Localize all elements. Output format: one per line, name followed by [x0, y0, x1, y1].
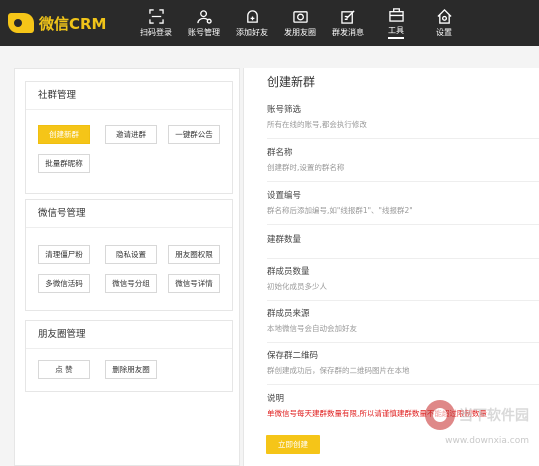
nav-item-tools[interactable]: 工具: [372, 0, 420, 46]
nav-item-scan-login[interactable]: 扫码登录: [132, 0, 180, 46]
group-count-field[interactable]: 建群数量: [267, 233, 539, 259]
tools-sidebar-panel: 社群管理 创建新群 邀请进群 一键群公告 批量群昵称 微信号管理 清理僵尸粉 隐…: [14, 68, 240, 466]
wechat-details-button[interactable]: 微信号详情: [168, 274, 220, 293]
privacy-settings-button[interactable]: 隐私设置: [105, 245, 157, 264]
clean-zombie-fans-button[interactable]: 清理僵尸粉: [38, 245, 90, 264]
member-count-field[interactable]: 群成员数量 初始化成员多少人: [267, 265, 539, 301]
camera-icon: [292, 10, 308, 23]
batch-group-nickname-button[interactable]: 批量群昵称: [38, 154, 90, 173]
group-name-field[interactable]: 群名称 创建群时,设置的群名称: [267, 146, 539, 182]
home-settings-icon: [436, 8, 452, 24]
logo-mark-icon: [8, 13, 34, 33]
member-source-field[interactable]: 群成员来源 本地微信号会自动会加好友: [267, 307, 539, 343]
group-title: 社群管理: [26, 82, 232, 110]
account-manage-icon: [196, 9, 212, 24]
app-logo: 微信CRM: [0, 0, 132, 46]
community-management-group: 社群管理 创建新群 邀请进群 一键群公告 批量群昵称: [25, 81, 233, 194]
nav-item-account-manage[interactable]: 账号管理: [180, 0, 228, 46]
watermark: 当下软件园: [425, 400, 529, 430]
top-navigation-bar: 微信CRM 扫码登录 账号管理 添加好友 发朋友圈 群发消息 工具 设置: [0, 0, 539, 46]
moments-management-group: 朋友圈管理 点 赞 删除朋友圈: [25, 320, 233, 392]
wechat-account-management-group: 微信号管理 清理僵尸粉 隐私设置 朋友圈权限 多微信活码 微信号分组 微信号详情: [25, 199, 233, 311]
group-announcement-button[interactable]: 一键群公告: [168, 125, 220, 144]
add-friend-icon: [246, 9, 258, 23]
logo-text: 微信CRM: [39, 14, 107, 33]
like-button[interactable]: 点 赞: [38, 360, 90, 379]
nav-menu: 扫码登录 账号管理 添加好友 发朋友圈 群发消息 工具 设置: [132, 0, 468, 46]
moments-permission-button[interactable]: 朋友圈权限: [168, 245, 220, 264]
watermark-url: www.downxia.com: [445, 436, 529, 446]
nav-item-mass-message[interactable]: 群发消息: [324, 0, 372, 46]
multi-wechat-live-code-button[interactable]: 多微信活码: [38, 274, 90, 293]
invite-to-group-button[interactable]: 邀请进群: [105, 125, 157, 144]
create-group-button[interactable]: 创建新群: [38, 125, 90, 144]
nav-item-settings[interactable]: 设置: [420, 0, 468, 46]
toolbox-icon: [388, 8, 404, 22]
nav-item-post-moments[interactable]: 发朋友圈: [276, 0, 324, 46]
wechat-grouping-button[interactable]: 微信号分组: [105, 274, 157, 293]
delete-moments-button[interactable]: 删除朋友圈: [105, 360, 157, 379]
group-title: 朋友圈管理: [26, 321, 232, 349]
set-number-field[interactable]: 设置编号 群名称后添加编号,如"线报群1"、"线报群2": [267, 189, 539, 225]
nav-item-add-friend[interactable]: 添加好友: [228, 0, 276, 46]
account-filter-field[interactable]: 账号筛选 所有在线的账号,都会执行修改: [267, 103, 539, 139]
group-title: 微信号管理: [26, 200, 232, 228]
watermark-logo-icon: [425, 400, 455, 430]
save-qr-code-field[interactable]: 保存群二维码 群创建成功后，保存群的二维码图片在本地: [267, 349, 539, 385]
create-now-button[interactable]: 立即创建: [266, 435, 320, 454]
scan-login-icon: [148, 8, 164, 24]
edit-message-icon: [340, 9, 355, 24]
form-title: 创建新群: [267, 75, 316, 89]
